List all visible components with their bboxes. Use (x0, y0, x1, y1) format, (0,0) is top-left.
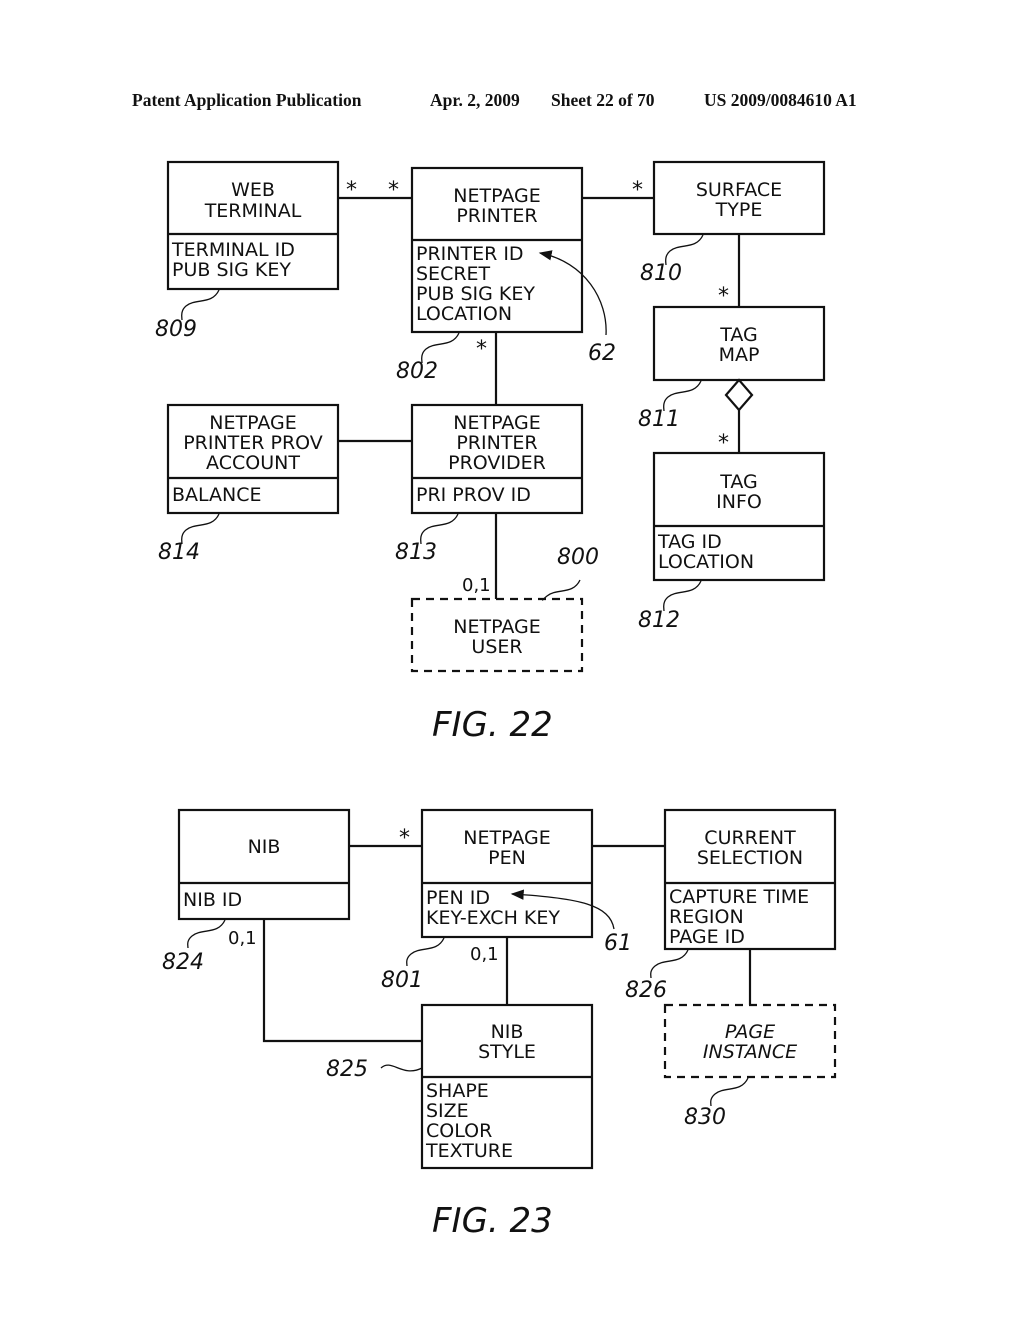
ref-61: 61 (604, 931, 632, 956)
mult-printer-bottom: * (476, 337, 487, 362)
mult-web-terminal: * (346, 178, 357, 203)
mult-user: 0,1 (462, 575, 491, 596)
account-name-3: ACCOUNT (206, 452, 300, 474)
web-terminal-name-1: WEB (231, 179, 275, 201)
printer-attr-1: PRINTER ID (416, 243, 524, 265)
provider-name-2: PRINTER (456, 432, 537, 454)
printer-attr-4: LOCATION (416, 303, 512, 325)
fig23-caption: FIG. 23 (432, 1201, 553, 1241)
tag-info-name-1: TAG (719, 471, 758, 493)
mult-surface: * (632, 178, 643, 203)
selection-attr-3: PAGE ID (669, 926, 745, 948)
netpage-printer-name-1: NETPAGE (453, 185, 540, 207)
mult-pen-bottom: 0,1 (470, 944, 499, 965)
ref-830: 830 (684, 1105, 726, 1130)
account-name-2: PRINTER PROV (183, 432, 323, 454)
web-terminal-attr-1: TERMINAL ID (171, 239, 295, 261)
tag-info-attr-2: LOCATION (658, 551, 754, 573)
surface-type-name-1: SURFACE (696, 179, 782, 201)
nib-style-name-2: STYLE (478, 1041, 536, 1063)
tag-map-name-2: MAP (719, 344, 760, 366)
selection-attr-2: REGION (669, 906, 744, 928)
web-terminal-name-2: TERMINAL (204, 200, 302, 222)
ref-826: 826 (625, 978, 667, 1003)
selection-attr-1: CAPTURE TIME (669, 886, 809, 908)
web-terminal-attr-2: PUB SIG KEY (172, 259, 291, 281)
ref-824: 824 (162, 950, 204, 975)
mult-printer-web: * (388, 178, 399, 203)
nib-style-attr-1: SHAPE (426, 1080, 489, 1102)
ref-811: 811 (638, 407, 680, 432)
mult-tag-map: * (718, 284, 729, 309)
mult-nib-bottom: 0,1 (228, 928, 257, 949)
pen-attr-1: PEN ID (426, 887, 490, 909)
account-attr-1: BALANCE (172, 484, 262, 506)
nib-style-name-1: NIB (491, 1021, 524, 1043)
aggregation-diamond-icon (724, 378, 754, 412)
tag-info-attr-1: TAG ID (657, 531, 722, 553)
page-instance-name-1: PAGE (725, 1021, 775, 1043)
arrow-62 (538, 250, 607, 336)
nib-name-1: NIB (248, 836, 281, 858)
nib-style-attr-2: SIZE (426, 1100, 469, 1122)
netpage-user-name-1: NETPAGE (453, 616, 540, 638)
ref-814: 814 (158, 540, 200, 565)
fig22-caption: FIG. 22 (432, 705, 553, 745)
nib-style-attr-4: TEXTURE (425, 1140, 513, 1162)
pen-attr-2: KEY-EXCH KEY (426, 907, 560, 929)
provider-name-3: PROVIDER (448, 452, 546, 474)
ref-801: 801 (381, 968, 423, 993)
mult-pen-nib: * (399, 826, 410, 851)
pen-name-1: NETPAGE (463, 827, 550, 849)
ref-825: 825 (326, 1057, 368, 1082)
ref-800: 800 (557, 545, 599, 570)
tag-info-name-2: INFO (716, 491, 762, 513)
printer-attr-3: PUB SIG KEY (416, 283, 535, 305)
netpage-user-name-2: USER (471, 636, 522, 658)
ref-809: 809 (155, 317, 197, 342)
ref-62: 62 (588, 341, 616, 366)
mult-tag-info: * (718, 431, 729, 456)
ref-812: 812 (638, 608, 680, 633)
ref-810: 810 (640, 261, 682, 286)
provider-name-1: NETPAGE (453, 412, 540, 434)
selection-name-1: CURRENT (704, 827, 796, 849)
nib-attr-1: NIB ID (183, 889, 242, 911)
page-instance-name-2: INSTANCE (703, 1041, 797, 1063)
account-name-1: NETPAGE (209, 412, 296, 434)
pen-name-2: PEN (488, 847, 526, 869)
netpage-printer-name-2: PRINTER (456, 205, 537, 227)
provider-attr-1: PRI PROV ID (416, 484, 531, 506)
printer-attr-2: SECRET (416, 263, 491, 285)
surface-type-name-2: TYPE (715, 199, 763, 221)
uml-diagrams: WEB TERMINAL NETPAGE PRINTER SURFACE TYP… (155, 160, 837, 1241)
ref-813: 813 (395, 540, 437, 565)
selection-name-2: SELECTION (697, 847, 803, 869)
ref-802: 802 (396, 359, 438, 384)
nib-style-attr-3: COLOR (426, 1120, 492, 1142)
tag-map-name-1: TAG (719, 324, 758, 346)
